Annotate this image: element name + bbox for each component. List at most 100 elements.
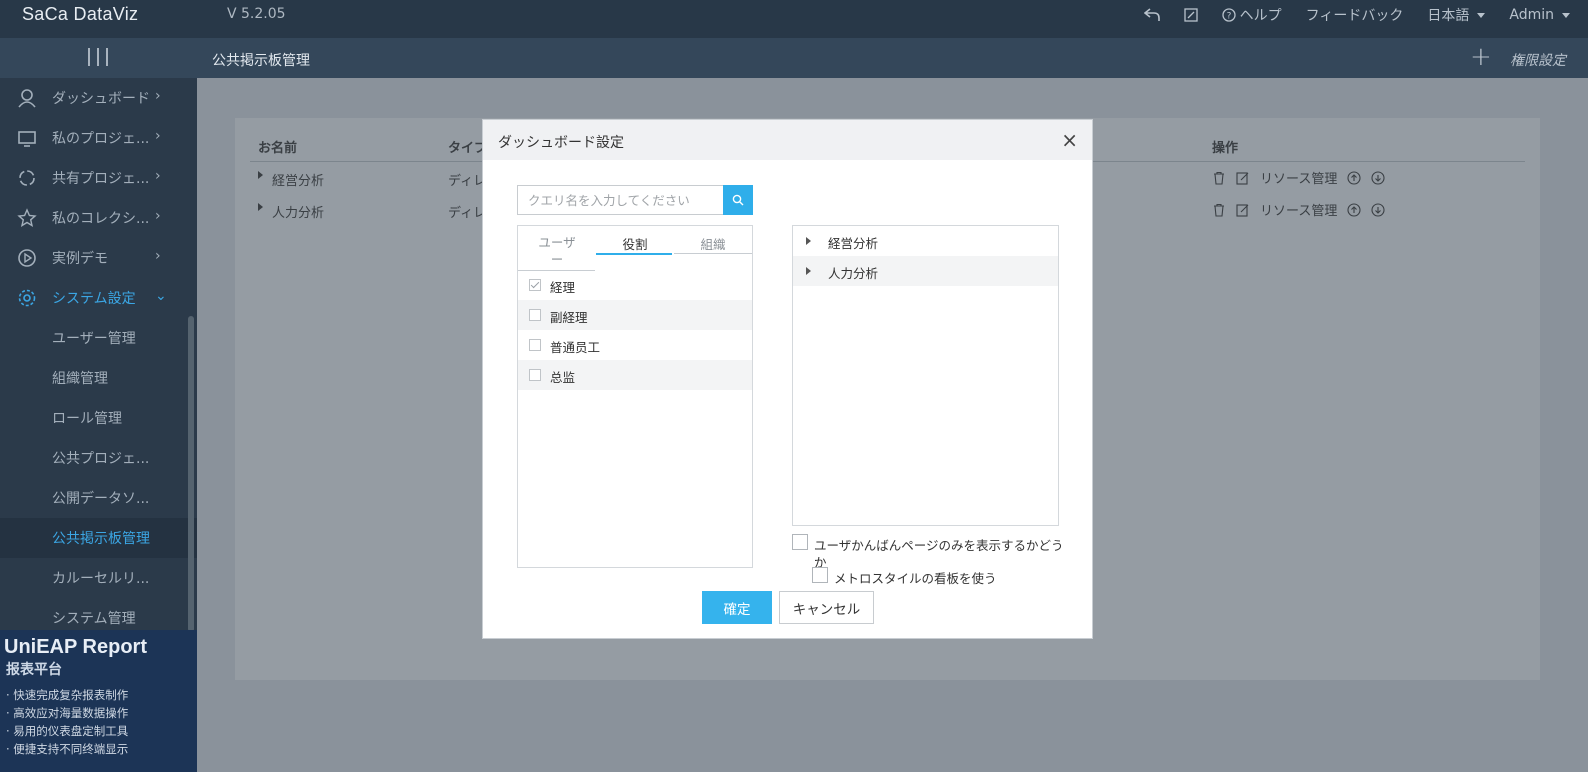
sidebar-item-carousel[interactable]: カルーセルリ... (0, 558, 197, 598)
top-nav: ? ヘルプ フィードバック 日本語 Admin (1132, 0, 1582, 30)
trash-icon[interactable] (1212, 171, 1226, 185)
menu-toggle-icon[interactable] (88, 48, 108, 66)
ad-feature: · 易用的仪表盘定制工具 (6, 724, 129, 738)
chevron-right-icon: › (155, 168, 161, 184)
list-item[interactable]: 普通员工 (518, 330, 752, 360)
sidebar-item-label: 組織管理 (52, 371, 108, 387)
play-icon (18, 249, 36, 267)
language-label: 日本語 (1427, 8, 1470, 24)
arrow-up-circle-icon[interactable] (1347, 170, 1361, 185)
ad-feature: · 便捷支持不同终端显示 (6, 742, 129, 756)
chevron-down-icon: ⌄ (155, 288, 167, 304)
tab-org[interactable]: 組織 (674, 234, 752, 253)
tab-active-indicator (596, 253, 672, 255)
cancel-button[interactable]: キャンセル (779, 591, 874, 624)
user-icon (18, 89, 36, 108)
sidebar-item-label: システム管理 (52, 611, 136, 627)
sidebar-item-my-projects[interactable]: 私のプロジェ... › (0, 118, 197, 158)
ad-feature: · 高效应对海量数据操作 (6, 706, 129, 720)
tab-user[interactable]: ユーザ ー (532, 234, 582, 268)
user-board-only-option[interactable]: ユーザかんばんページのみを表示するかどう か (792, 534, 1064, 570)
sidebar-item-dashboard[interactable]: ダッシュボード › (0, 78, 197, 118)
sidebar-item-my-collections[interactable]: 私のコレクシ... › (0, 198, 197, 238)
monitor-icon (18, 131, 36, 147)
user-menu[interactable]: Admin (1497, 7, 1582, 23)
role-checkbox[interactable] (529, 369, 541, 381)
sidebar-item-public-board[interactable]: 公共掲示板管理 (0, 518, 197, 558)
sidebar-item-shared-projects[interactable]: 共有プロジェ... › (0, 158, 197, 198)
question-circle-icon: ? (1221, 8, 1236, 22)
dialog-title: ダッシュボード設定 (498, 135, 624, 151)
sidebar-item-label: ロール管理 (52, 411, 122, 427)
resource-management-link[interactable]: リソース管理 (1260, 168, 1337, 187)
help-link[interactable]: ? ヘルプ (1210, 5, 1294, 25)
ad-subtitle: 报表平台 (6, 662, 62, 678)
ad-banner[interactable]: UniEAP Report 报表平台 · 快速完成复杂报表制作 · 高效应对海量… (0, 630, 197, 772)
sidebar-item-role-management[interactable]: ロール管理 (0, 398, 197, 438)
plus-icon[interactable]: + (1470, 42, 1492, 72)
permission-settings-link[interactable]: 権限設定 (1510, 50, 1566, 70)
expand-arrow-icon[interactable] (806, 237, 811, 245)
chevron-right-icon: › (155, 248, 161, 264)
expand-arrow-icon[interactable] (806, 267, 811, 275)
list-item[interactable]: 总监 (518, 360, 752, 390)
dashboard-tree-panel: 経営分析 人力分析 (792, 225, 1059, 526)
sidebar-item-org-management[interactable]: 組織管理 (0, 358, 197, 398)
row-name: 人力分析 (272, 206, 325, 221)
gear-icon (18, 289, 36, 307)
role-checkbox[interactable] (529, 339, 541, 351)
arrow-up-circle-icon[interactable] (1347, 202, 1361, 217)
row-actions: リソース管理 (1212, 168, 1385, 187)
sidebar-item-demo[interactable]: 実例デモ › (0, 238, 197, 278)
edit-external-button[interactable] (1172, 8, 1210, 22)
edit-icon[interactable] (1236, 203, 1250, 217)
sidebar-item-public-projects[interactable]: 公共プロジェ... (0, 438, 197, 478)
confirm-button[interactable]: 確定 (702, 591, 772, 624)
sidebar-item-label: 公開データソ... (52, 491, 150, 507)
feedback-link[interactable]: フィードバック (1294, 5, 1416, 25)
search-button[interactable] (723, 185, 753, 215)
metro-style-option[interactable]: メトロスタイルの看板を使う (812, 567, 1032, 586)
option-checkbox[interactable] (792, 534, 808, 550)
edit-icon[interactable] (1236, 171, 1250, 185)
sidebar-item-system-settings[interactable]: システム設定 ⌄ (0, 278, 197, 318)
resource-management-link[interactable]: リソース管理 (1260, 200, 1337, 219)
search-icon (732, 194, 744, 206)
expand-arrow-icon[interactable] (258, 171, 263, 179)
sidebar-item-public-datasource[interactable]: 公開データソ... (0, 478, 197, 518)
tab-divider (674, 253, 752, 254)
tree-node[interactable]: 人力分析 (793, 256, 1058, 286)
role-label: 总监 (550, 370, 576, 385)
column-ops-header: 操作 (1212, 141, 1239, 156)
sidebar-item-label: ユーザー管理 (52, 331, 136, 347)
tree-node-label: 人力分析 (828, 266, 879, 281)
sidebar-item-user-management[interactable]: ユーザー管理 (0, 318, 197, 358)
close-icon[interactable]: × (1061, 128, 1078, 152)
sidebar-item-label: システム設定 (52, 291, 136, 307)
option-checkbox[interactable] (812, 567, 828, 583)
list-item[interactable]: 経理 (518, 270, 752, 300)
undo-button[interactable] (1132, 8, 1172, 22)
user-label: Admin (1509, 7, 1554, 23)
chevron-right-icon: › (155, 88, 161, 104)
arrow-down-circle-icon[interactable] (1371, 170, 1385, 185)
undo-icon (1143, 8, 1160, 21)
role-checkbox[interactable] (529, 279, 541, 291)
version-label: V 5.2.05 (227, 6, 286, 22)
language-select[interactable]: 日本語 (1415, 5, 1497, 25)
expand-arrow-icon[interactable] (258, 203, 263, 211)
sidebar-item-label: 公共プロジェ... (52, 451, 150, 467)
query-search-input[interactable] (517, 185, 724, 215)
tab-role[interactable]: 役割 (596, 234, 674, 253)
sidebar-scrollbar[interactable] (188, 316, 194, 632)
chevron-right-icon: › (155, 128, 161, 144)
role-checkbox[interactable] (529, 309, 541, 321)
trash-icon[interactable] (1212, 203, 1226, 217)
sidebar-item-label: 公共掲示板管理 (52, 531, 150, 547)
arrow-down-circle-icon[interactable] (1371, 202, 1385, 217)
dialog-header: ダッシュボード設定 × (483, 120, 1092, 160)
tree-node[interactable]: 経営分析 (793, 226, 1058, 256)
share-circle-icon (19, 170, 35, 186)
role-label: 普通员工 (550, 340, 601, 355)
list-item[interactable]: 副経理 (518, 300, 752, 330)
